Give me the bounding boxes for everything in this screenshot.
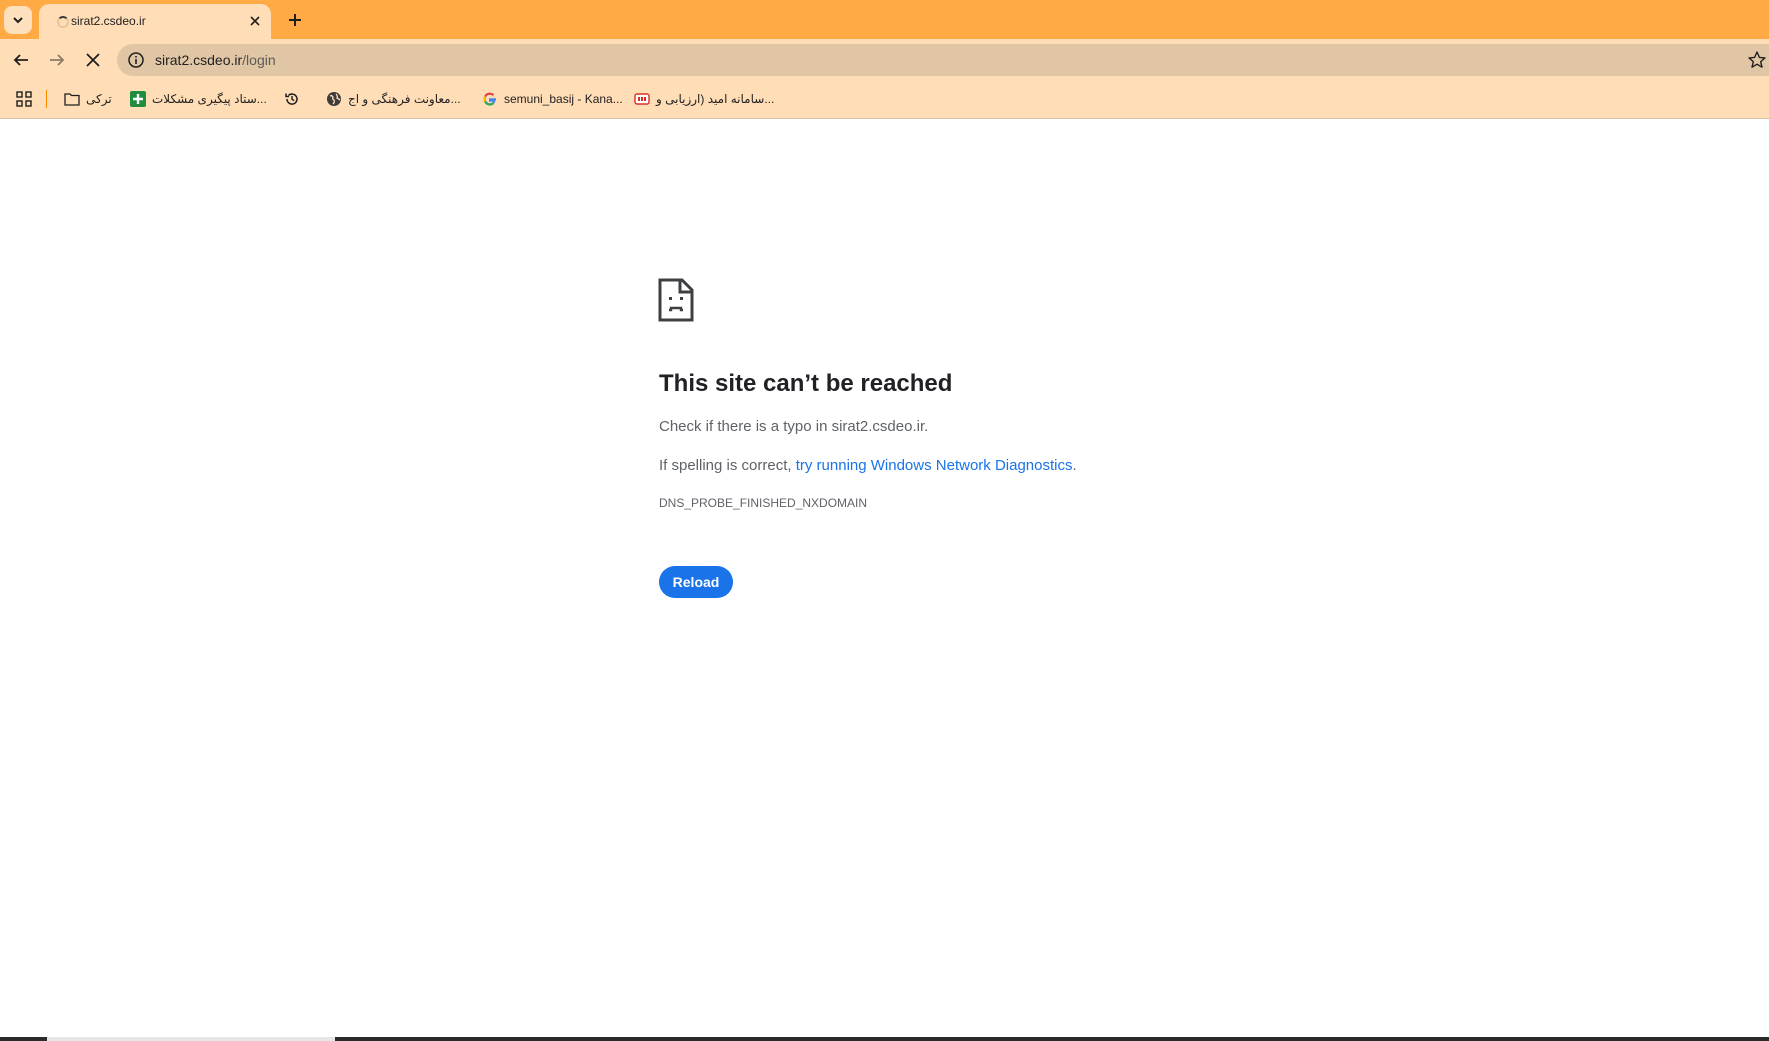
arrow-left-icon: [13, 54, 28, 66]
url-host: sirat2.csdeo.ir: [155, 52, 243, 68]
taskbar-edge: [0, 1037, 1769, 1041]
bookmark-label: معاونت فرهنگی و اج...: [348, 92, 461, 106]
page-content: This site can’t be reached Check if ther…: [0, 120, 1769, 1041]
loading-spinner-icon: [57, 16, 69, 28]
bookmark-label: ستاد پیگیری مشکلات...: [152, 92, 267, 106]
bookmark-history[interactable]: [284, 89, 300, 109]
globe-icon: [327, 92, 341, 106]
taskbar-segment: [47, 1037, 335, 1041]
tab-title: sirat2.csdeo.ir: [71, 14, 146, 28]
bookmark-label: سامانه امید (ارزیابی و...: [656, 92, 775, 106]
tab-close-button[interactable]: [246, 12, 264, 30]
bookmark-semuni-basij[interactable]: semuni_basij - Kana...: [482, 89, 623, 109]
bookmark-label: ترکی: [86, 92, 112, 106]
back-button[interactable]: [6, 45, 36, 75]
tab-strip: sirat2.csdeo.ir: [0, 0, 1769, 39]
url-text[interactable]: sirat2.csdeo.ir/login: [155, 52, 276, 68]
apps-button[interactable]: [16, 89, 32, 109]
chevron-down-icon: [13, 17, 23, 24]
close-icon: [86, 53, 100, 67]
bookmark-folder-torki[interactable]: ترکی: [64, 89, 112, 109]
network-diagnostics-link[interactable]: try running Windows Network Diagnostics: [796, 457, 1073, 474]
diagnostics-suffix: .: [1072, 457, 1077, 474]
diagnostics-prefix: If spelling is correct,: [659, 457, 796, 474]
folder-icon: [64, 93, 80, 106]
bookmark-setad[interactable]: ستاد پیگیری مشکلات...: [130, 89, 267, 109]
bookmarks-separator: [46, 90, 47, 108]
error-title: This site can’t be reached: [659, 370, 953, 397]
bookmarks-bar: ترکی ستاد پیگیری مشکلات... معاونت فرهنگی…: [0, 80, 1769, 119]
sad-page-icon: [658, 278, 694, 322]
info-icon[interactable]: [127, 51, 145, 69]
omid-icon: [634, 93, 650, 105]
forward-button[interactable]: [42, 45, 72, 75]
error-code: DNS_PROBE_FINISHED_NXDOMAIN: [659, 496, 868, 510]
url-path: /login: [242, 52, 276, 68]
plus-icon: [289, 14, 301, 26]
tab-search-button[interactable]: [4, 6, 32, 34]
bookmark-label: semuni_basij - Kana...: [504, 92, 623, 106]
arrow-right-icon: [50, 54, 65, 66]
error-suggestion-diagnostics: If spelling is correct, try running Wind…: [659, 457, 1077, 474]
reload-button[interactable]: Reload: [659, 566, 733, 598]
history-icon: [285, 93, 298, 105]
tab-active[interactable]: sirat2.csdeo.ir: [39, 4, 271, 39]
star-icon[interactable]: [1747, 50, 1767, 70]
error-suggestion-typo: Check if there is a typo in sirat2.csdeo…: [659, 418, 929, 435]
bookmark-moavenat[interactable]: معاونت فرهنگی و اج...: [326, 89, 461, 109]
toolbar: sirat2.csdeo.ir/login: [0, 39, 1769, 80]
bookmark-samaneh-omid[interactable]: سامانه امید (ارزیابی و...: [634, 89, 774, 109]
google-icon: [483, 92, 496, 106]
new-tab-button[interactable]: [281, 6, 309, 34]
sheets-plus-icon: [130, 91, 146, 107]
stop-loading-button[interactable]: [78, 45, 108, 75]
address-bar[interactable]: sirat2.csdeo.ir/login: [117, 44, 1769, 76]
close-icon: [250, 16, 260, 26]
apps-grid-icon: [16, 91, 32, 107]
